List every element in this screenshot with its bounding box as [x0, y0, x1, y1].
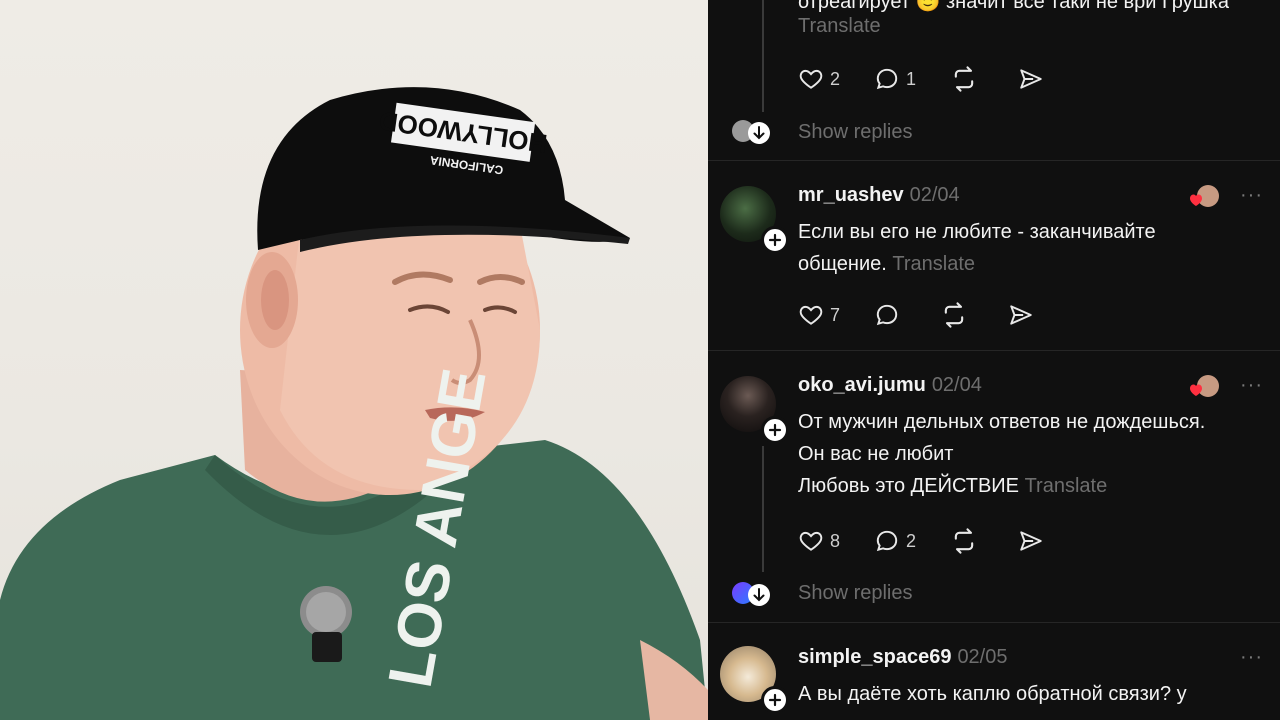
send-icon — [1020, 69, 1042, 89]
like-count: 2 — [830, 68, 841, 89]
divider — [708, 350, 1280, 351]
username[interactable]: simple_space69 — [798, 646, 951, 668]
like-button[interactable]: 7 — [798, 302, 840, 328]
comment-header: simple_space69 02/05 — [798, 646, 1008, 669]
comment-date: 02/04 — [909, 184, 960, 206]
show-replies-link[interactable]: Show replies — [798, 582, 913, 605]
follow-plus-icon[interactable] — [761, 226, 789, 254]
more-options-icon[interactable]: ··· — [1240, 184, 1263, 207]
comment-actions: 8 2 — [798, 526, 1084, 556]
comment-date: 02/05 — [957, 646, 1008, 668]
follow-plus-icon[interactable] — [761, 686, 789, 714]
send-icon — [1020, 531, 1042, 551]
comment-header: mr_uashev 02/04 — [798, 184, 960, 207]
send-icon — [1010, 305, 1032, 325]
thread-connector — [762, 0, 764, 112]
comment-icon — [876, 530, 898, 552]
liked-by-author-icon — [1188, 374, 1219, 400]
reply-count: 1 — [906, 68, 917, 89]
translate-link[interactable]: Translate — [798, 10, 881, 42]
more-options-icon[interactable]: ··· — [1240, 374, 1263, 397]
username[interactable]: oko_avi.jumu — [798, 374, 926, 396]
comment-text: А вы даёте хоть каплю обратной связи? у — [798, 683, 1187, 705]
share-button[interactable] — [1018, 66, 1050, 92]
like-count: 8 — [830, 530, 841, 551]
translate-link[interactable]: Translate — [892, 253, 975, 275]
like-button[interactable]: 8 — [798, 528, 840, 554]
share-button[interactable] — [1008, 302, 1040, 328]
like-count: 7 — [830, 304, 841, 325]
repost-button[interactable] — [950, 527, 984, 555]
show-replies-arrow-icon[interactable] — [748, 584, 770, 606]
heart-icon — [799, 69, 823, 89]
translate-link[interactable]: Translate — [1025, 475, 1108, 497]
repost-icon — [954, 528, 974, 554]
heart-icon — [799, 531, 823, 551]
comment-date: 02/04 — [931, 374, 982, 396]
repost-button[interactable] — [940, 301, 974, 329]
webcam-video: HOLLYWOOD CALIFORNIA LOS ANGE — [0, 0, 708, 720]
repost-icon — [954, 66, 974, 92]
show-replies-arrow-icon[interactable] — [748, 122, 770, 144]
comment-text: От мужчин дельных ответов не дождешься. … — [798, 411, 1206, 497]
heart-icon — [799, 305, 823, 325]
repost-icon — [944, 302, 964, 328]
follow-plus-icon[interactable] — [761, 416, 789, 444]
reply-button[interactable]: 1 — [874, 66, 916, 92]
comment-actions: 7 — [798, 300, 1074, 330]
comment-header: oko_avi.jumu 02/04 — [798, 374, 982, 397]
reply-count: 2 — [906, 530, 917, 551]
like-button[interactable]: 2 — [798, 66, 840, 92]
show-replies-link[interactable]: Show replies — [798, 121, 913, 144]
comment-icon — [876, 304, 898, 326]
reply-button[interactable]: 2 — [874, 528, 916, 554]
thread-connector — [762, 446, 764, 572]
divider — [708, 622, 1280, 623]
share-button[interactable] — [1018, 528, 1050, 554]
more-options-icon[interactable]: ··· — [1240, 646, 1263, 669]
divider — [708, 160, 1280, 161]
repost-button[interactable] — [950, 65, 984, 93]
liked-by-author-icon — [1188, 184, 1219, 210]
threads-feed[interactable]: отреагирует 🙂 значит все таки не ври Гру… — [708, 0, 1280, 720]
comment-text: Если вы его не любите - заканчивайте общ… — [798, 221, 1156, 275]
person-illustration: HOLLYWOOD CALIFORNIA LOS ANGE — [0, 87, 708, 720]
post-actions: 2 1 — [798, 64, 1084, 94]
username[interactable]: mr_uashev — [798, 184, 904, 206]
comment-icon — [876, 68, 898, 90]
reply-button[interactable] — [874, 302, 906, 328]
